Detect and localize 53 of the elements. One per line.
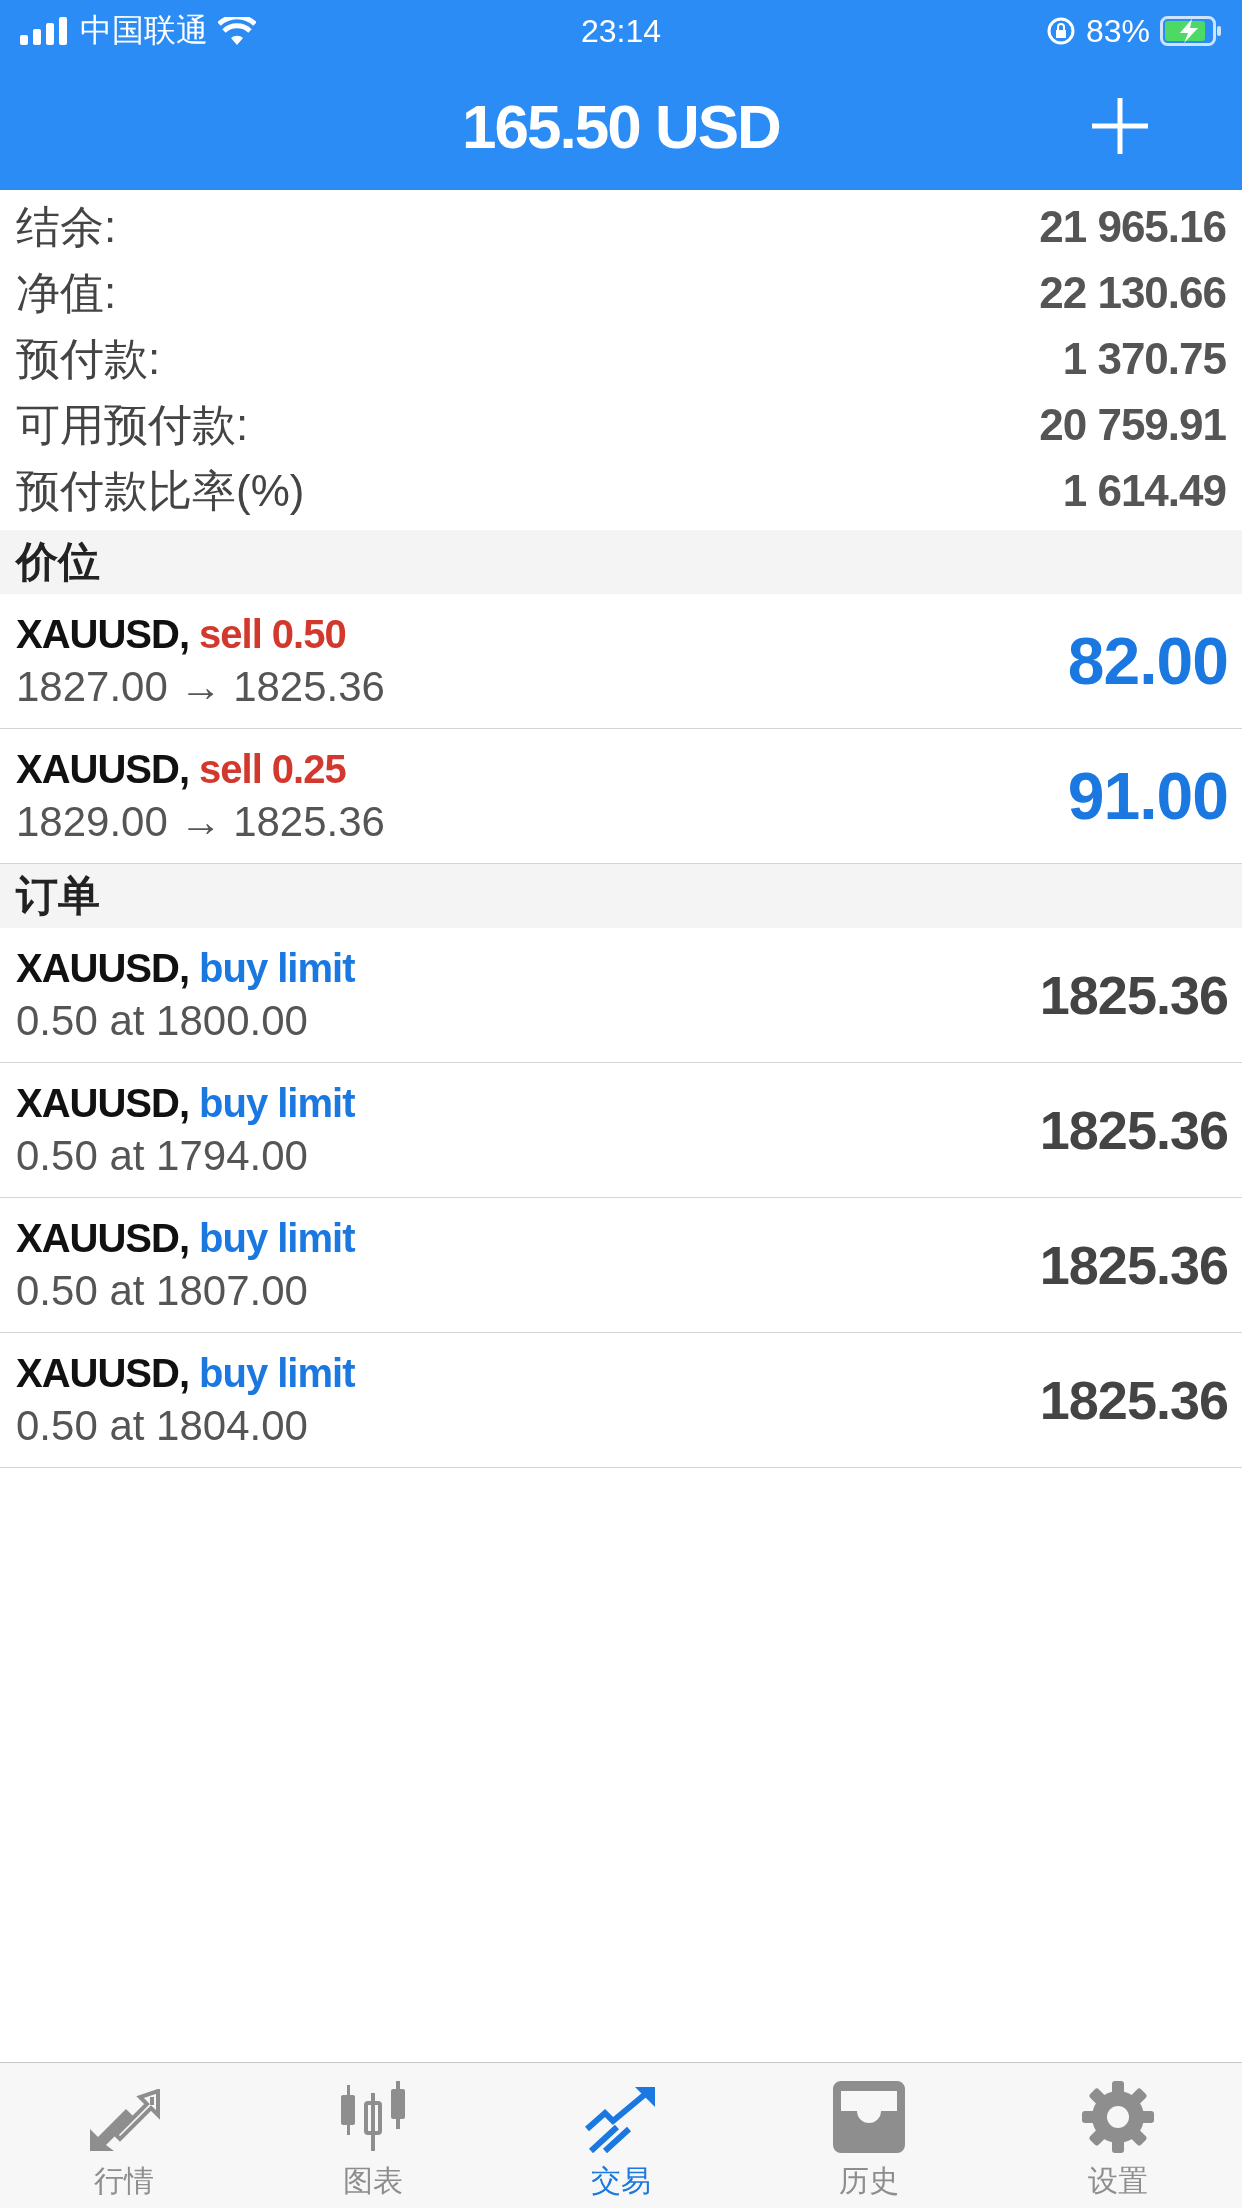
summary-value: 20 759.91 (1039, 400, 1226, 450)
carrier-name: 中国联通 (80, 11, 208, 50)
add-icon[interactable] (1092, 98, 1148, 154)
gear-icon (1081, 2081, 1154, 2153)
price-value: 1825.36 (1039, 1369, 1228, 1431)
section-header: 订单 (0, 864, 1242, 928)
symbol-label: XAUUSD, (16, 611, 190, 657)
symbol-label: XAUUSD, (16, 945, 190, 991)
price-detail: 0.50 at 1800.00 (16, 996, 309, 1045)
price-detail: 1829.00 → 1825.36 (16, 797, 385, 846)
battery-icon (1160, 16, 1222, 46)
status-time: 23:14 (579, 12, 663, 50)
trade-row[interactable]: XAUUSD, buy limit 0.50 at 1807.00 1825.36 (0, 1198, 1242, 1333)
section-header: 价位 (0, 530, 1242, 594)
symbol-label: XAUUSD, (16, 1350, 190, 1396)
order-type: buy limit (199, 1215, 355, 1261)
tab-item[interactable]: 交易 (530, 2085, 711, 2202)
summary-value: 1 370.75 (1062, 334, 1226, 384)
order-type: buy limit (199, 945, 355, 991)
price-detail: 0.50 at 1804.00 (16, 1401, 309, 1450)
order-type: buy limit (199, 1080, 355, 1126)
price-value: 1825.36 (1039, 1234, 1228, 1296)
trade-row[interactable]: XAUUSD, buy limit 0.50 at 1804.00 1825.36 (0, 1333, 1242, 1468)
trade-row[interactable]: XAUUSD, sell 0.50 1827.00 → 1825.36 82.00 (0, 594, 1242, 729)
summary-value: 21 965.16 (1039, 202, 1226, 252)
summary-value: 22 130.66 (1039, 268, 1226, 318)
inbox-icon (831, 2081, 908, 2153)
wifi-icon (218, 17, 256, 45)
signal-icon (20, 17, 70, 45)
rotation-lock-icon (1045, 16, 1076, 46)
profit-value: 82.00 (1067, 623, 1228, 699)
price-detail: 1827.00 → 1825.36 (16, 662, 385, 711)
summary-label: 预付款比率(%) (16, 464, 305, 517)
symbol-label: XAUUSD, (16, 1215, 190, 1261)
price-value: 1825.36 (1039, 1099, 1228, 1161)
order-type: sell 0.25 (199, 746, 346, 792)
trade-row[interactable]: XAUUSD, buy limit 0.50 at 1800.00 1825.36 (0, 928, 1242, 1063)
symbol-label: XAUUSD, (16, 746, 190, 792)
trade-row[interactable]: XAUUSD, buy limit 0.50 at 1794.00 1825.36 (0, 1063, 1242, 1198)
balance-title: 165.50 USD (462, 90, 780, 162)
order-type: buy limit (199, 1350, 355, 1396)
price-value: 1825.36 (1039, 964, 1228, 1026)
price-detail: 0.50 at 1807.00 (16, 1266, 309, 1315)
profit-value: 91.00 (1067, 758, 1228, 834)
symbol-label: XAUUSD, (16, 1080, 190, 1126)
summary-label: 结余: (16, 200, 117, 253)
summary-label: 可用预付款: (16, 398, 249, 451)
order-type: sell 0.50 (199, 611, 346, 657)
price-detail: 0.50 at 1794.00 (16, 1131, 309, 1180)
summary-label: 净值: (16, 266, 117, 319)
summary-label: 预付款: (16, 332, 161, 385)
summary-value: 1 614.49 (1062, 466, 1226, 516)
battery-percent: 83% (1085, 12, 1150, 50)
